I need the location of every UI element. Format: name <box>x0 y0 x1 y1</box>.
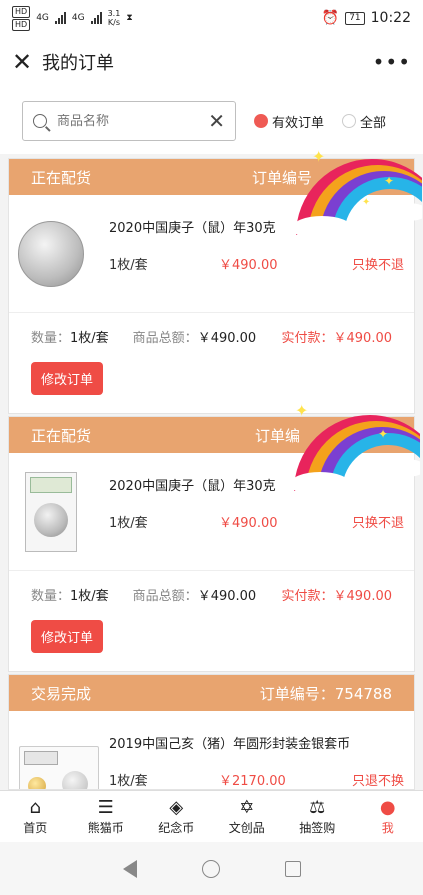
tab-label: 首页 <box>23 821 48 835</box>
order-item[interactable]: 2019中国己亥（猪）年圆形封装金银套币 1枚/套 ￥2170.00 只退不换 <box>9 711 414 789</box>
hourglass-icon: ⧗ <box>126 13 133 23</box>
clear-icon[interactable]: ✕ <box>208 109 225 133</box>
modify-order-button[interactable]: 修改订单 <box>31 362 104 395</box>
tab-label: 我 <box>381 821 394 835</box>
tab-home[interactable]: ⌂ 首页 <box>0 791 71 842</box>
net-speed: 3.1 K/s <box>107 9 121 27</box>
home-icon: ⌂ <box>29 797 41 818</box>
close-icon[interactable]: ✕ <box>12 48 42 76</box>
radio-selected-icon <box>254 114 268 128</box>
app-header: ✕ 我的订单 ••• <box>0 36 423 88</box>
bottom-tab-bar: ⌂ 首页 ☰ 熊猫币 ◈ 纪念币 ✡ 文创品 ⚖ 抽签购 ● 我 <box>0 790 423 842</box>
order-status: 正在配货 <box>31 168 92 187</box>
product-name: 2019中国己亥（猪）年圆形封装金银套币 <box>109 737 351 752</box>
order-totals: 数量：1枚/套 商品总额：￥490.00 实付款：￥490.00 <box>31 327 392 346</box>
hd-badge: HD <box>12 5 31 18</box>
return-policy: 只换不退 <box>351 258 404 273</box>
svg-text:✦: ✦ <box>295 401 308 420</box>
amount-summary: 商品总额：￥490.00 <box>132 331 257 346</box>
tab-label: 抽签购 <box>299 821 336 835</box>
product-image <box>17 735 101 789</box>
rainbow-sticker: ✦ ✦ ✦ <box>292 147 422 240</box>
svg-text:✦: ✦ <box>362 197 370 208</box>
product-price: ￥490.00 <box>219 516 278 531</box>
person-icon: ● <box>379 797 396 818</box>
product-qty: 1枚/套 <box>109 774 148 789</box>
commemorative-coin-icon: ◈ <box>169 797 184 818</box>
product-image <box>17 471 85 552</box>
order-status: 正在配货 <box>31 426 92 445</box>
network-label: 4G <box>36 13 49 23</box>
svg-text:✦: ✦ <box>378 427 388 441</box>
hd-badge: HD <box>12 18 31 31</box>
tab-commemorative[interactable]: ◈ 纪念币 <box>141 791 212 842</box>
recents-icon[interactable] <box>284 860 301 877</box>
signal-icon <box>90 12 102 24</box>
svg-text:✦: ✦ <box>384 174 394 188</box>
order-totals: 数量：1枚/套 商品总额：￥490.00 实付款：￥490.00 <box>31 585 392 604</box>
order-card[interactable]: 交易完成 订单编号：754788 2019中国己亥（猪）年圆形封装金银套币 1枚… <box>8 674 415 790</box>
return-policy: 只换不退 <box>351 516 404 531</box>
star-of-david-icon: ✡ <box>239 797 255 818</box>
search-input[interactable] <box>57 113 209 129</box>
tab-me[interactable]: ● 我 <box>353 791 423 842</box>
product-price: ￥2170.00 <box>219 774 286 789</box>
search-icon <box>33 114 47 128</box>
product-qty: 1枚/套 <box>109 258 148 273</box>
radio-valid-orders[interactable]: 有效订单 <box>254 112 324 131</box>
panda-coin-icon: ☰ <box>97 797 114 818</box>
radio-label: 全部 <box>360 115 387 131</box>
search-box[interactable]: ✕ <box>22 101 236 141</box>
network-label: 4G <box>71 13 85 23</box>
qty-summary: 数量：1枚/套 <box>31 331 109 346</box>
qty-summary: 数量：1枚/套 <box>31 589 109 604</box>
home-circle-icon[interactable] <box>201 859 220 878</box>
tab-cultural[interactable]: ✡ 文创品 <box>212 791 283 842</box>
back-icon[interactable] <box>122 859 137 878</box>
amount-summary: 商品总额：￥490.00 <box>132 589 257 604</box>
rainbow-sticker: ✦ ✦ <box>290 401 420 496</box>
scale-icon: ⚖ <box>309 797 326 818</box>
product-qty: 1枚/套 <box>109 516 148 531</box>
tab-label: 熊猫币 <box>87 821 124 835</box>
more-options-icon[interactable]: ••• <box>373 50 411 74</box>
tab-label: 纪念币 <box>158 821 195 835</box>
tab-label: 文创品 <box>228 821 265 835</box>
signal-icon <box>54 12 66 24</box>
product-image <box>17 214 85 294</box>
return-policy: 只退不换 <box>351 774 404 789</box>
alarm-icon: ⏰ <box>321 10 340 26</box>
clock: 10:22 <box>370 10 411 26</box>
order-header: 交易完成 订单编号：754788 <box>9 675 414 711</box>
tab-panda-coin[interactable]: ☰ 熊猫币 <box>71 791 142 842</box>
modify-order-button[interactable]: 修改订单 <box>31 620 104 653</box>
order-number: 订单编号：754788 <box>259 684 392 703</box>
system-nav-bar <box>0 842 423 895</box>
radio-all-orders[interactable]: 全部 <box>342 112 386 131</box>
product-price: ￥490.00 <box>219 258 278 273</box>
paid-amount: 实付款：￥490.00 <box>281 589 393 604</box>
radio-unselected-icon <box>342 114 357 128</box>
battery-icon: 71 <box>345 11 365 25</box>
page-title: 我的订单 <box>42 53 114 74</box>
tab-lottery[interactable]: ⚖ 抽签购 <box>282 791 353 842</box>
order-status: 交易完成 <box>31 684 92 703</box>
paid-amount: 实付款：￥490.00 <box>281 331 393 346</box>
radio-label: 有效订单 <box>272 115 325 131</box>
svg-text:✦: ✦ <box>312 147 325 166</box>
status-bar: HD HD 4G 4G 3.1 K/s ⧗ ⏰ 71 10:22 <box>0 0 423 36</box>
